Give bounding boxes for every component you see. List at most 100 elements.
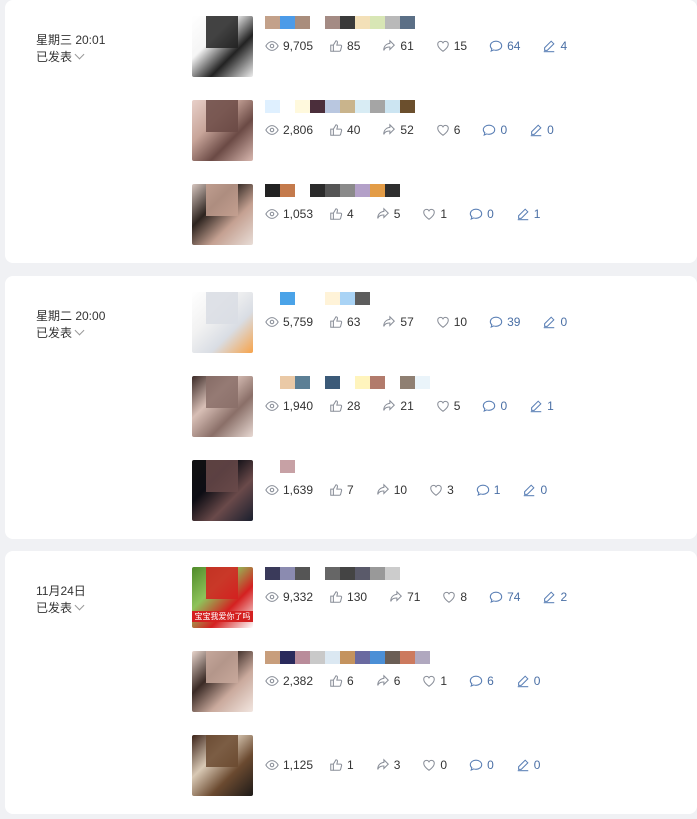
shares-count: 71 xyxy=(407,590,421,604)
edits-stat[interactable]: 2 xyxy=(542,590,567,604)
comments-stat[interactable]: 0 xyxy=(469,758,494,772)
views-stat: 1,125 xyxy=(265,758,313,772)
edits-stat[interactable]: 1 xyxy=(529,399,554,413)
post-item[interactable]: 1,940 28 21 5 0 1 xyxy=(192,376,692,438)
post-title-redacted[interactable] xyxy=(265,460,295,473)
post-thumbnail[interactable] xyxy=(192,184,253,245)
edits-stat[interactable]: 0 xyxy=(529,123,554,137)
eye-icon xyxy=(265,207,283,221)
comments-stat[interactable]: 74 xyxy=(489,590,520,604)
thumbs-up-icon xyxy=(329,315,347,329)
post-item[interactable]: 1,053 4 5 1 0 1 xyxy=(192,184,692,246)
mosaic-block xyxy=(206,16,238,48)
post-title-redacted[interactable] xyxy=(265,100,430,113)
mosaic-block xyxy=(206,735,238,767)
likes-stat: 130 xyxy=(329,590,367,604)
shares-stat: 10 xyxy=(376,483,407,497)
redacted-title-block xyxy=(370,184,385,197)
post-title-redacted[interactable] xyxy=(265,184,400,197)
post-item[interactable]: 9,705 85 61 15 64 4 xyxy=(192,16,692,78)
eye-icon xyxy=(265,590,283,604)
edits-stat[interactable]: 4 xyxy=(542,39,567,53)
views-count: 9,332 xyxy=(283,590,314,604)
likes-count: 4 xyxy=(347,207,354,221)
redacted-title-block xyxy=(295,16,310,29)
thumbs-up-icon xyxy=(329,758,347,772)
thumbs-up-icon xyxy=(329,123,347,137)
comments-stat[interactable]: 0 xyxy=(469,207,494,221)
comments-stat[interactable]: 39 xyxy=(489,315,520,329)
post-title-redacted[interactable] xyxy=(265,376,430,389)
views-count: 2,806 xyxy=(283,123,314,137)
post-item[interactable]: 5,759 63 57 10 39 0 xyxy=(192,292,692,354)
edits-count: 0 xyxy=(547,123,554,137)
redacted-title-block xyxy=(400,100,415,113)
favorites-stat: 0 xyxy=(422,758,447,772)
edits-stat[interactable]: 0 xyxy=(522,483,547,497)
post-title-redacted[interactable] xyxy=(265,16,415,29)
favorites-stat: 1 xyxy=(422,674,447,688)
post-item[interactable]: 2,806 40 52 6 0 0 xyxy=(192,100,692,162)
redacted-title-block xyxy=(385,100,400,113)
redacted-title-block xyxy=(370,16,385,29)
comment-icon xyxy=(469,207,487,221)
post-thumbnail[interactable] xyxy=(192,292,253,353)
post-item[interactable]: 1,125 1 3 0 0 0 xyxy=(192,735,692,797)
status-dropdown[interactable]: 已发表 xyxy=(36,324,85,341)
post-title-redacted[interactable] xyxy=(265,292,370,305)
shares-stat: 3 xyxy=(376,758,400,772)
edits-count: 1 xyxy=(547,399,554,413)
redacted-title-block xyxy=(280,460,295,473)
comments-stat[interactable]: 0 xyxy=(482,399,507,413)
likes-count: 85 xyxy=(347,39,361,53)
mosaic-block xyxy=(206,184,238,216)
favorites-count: 0 xyxy=(440,758,448,772)
post-title-redacted[interactable] xyxy=(265,651,430,664)
edits-stat[interactable]: 0 xyxy=(542,315,567,329)
comment-icon xyxy=(476,483,494,497)
comments-stat[interactable]: 1 xyxy=(476,483,500,497)
edits-stat[interactable]: 1 xyxy=(516,207,540,221)
comments-count: 0 xyxy=(500,123,508,137)
status-dropdown[interactable]: 已发表 xyxy=(36,48,85,65)
share-icon xyxy=(376,758,394,772)
post-thumbnail[interactable] xyxy=(192,100,253,161)
redacted-title-block xyxy=(355,100,370,113)
comments-count: 74 xyxy=(507,590,521,604)
redacted-title-block xyxy=(340,100,355,113)
status-dropdown[interactable]: 已发表 xyxy=(36,599,85,616)
views-stat: 1,639 xyxy=(265,483,313,497)
comments-stat[interactable]: 6 xyxy=(469,674,494,688)
shares-count: 21 xyxy=(400,399,414,413)
redacted-title-block xyxy=(265,100,280,113)
likes-stat: 28 xyxy=(329,399,360,413)
post-thumbnail[interactable]: 宝宝我爱你了吗 xyxy=(192,567,253,628)
edits-stat[interactable]: 0 xyxy=(516,674,540,688)
likes-stat: 85 xyxy=(329,39,360,53)
redacted-title-block xyxy=(265,735,280,748)
redacted-title-block xyxy=(325,184,340,197)
likes-count: 40 xyxy=(347,123,361,137)
post-item[interactable]: 宝宝我爱你了吗 9,332 130 71 8 74 2 xyxy=(192,567,692,629)
mosaic-block xyxy=(206,376,238,408)
likes-stat: 1 xyxy=(329,758,354,772)
edits-stat[interactable]: 0 xyxy=(516,758,540,772)
comments-count: 64 xyxy=(507,39,521,53)
redacted-title-block xyxy=(370,651,385,664)
post-thumbnail[interactable] xyxy=(192,16,253,77)
post-item[interactable]: 2,382 6 6 1 6 0 xyxy=(192,651,692,713)
heart-icon xyxy=(442,590,460,604)
post-item[interactable]: 1,639 7 10 3 1 0 xyxy=(192,460,692,522)
post-title-redacted[interactable] xyxy=(265,735,280,748)
redacted-title-block xyxy=(295,184,310,197)
post-thumbnail[interactable] xyxy=(192,651,253,712)
comments-stat[interactable]: 0 xyxy=(482,123,507,137)
post-thumbnail[interactable] xyxy=(192,735,253,796)
views-stat: 9,332 xyxy=(265,590,313,604)
post-thumbnail[interactable] xyxy=(192,376,253,437)
post-title-redacted[interactable] xyxy=(265,567,400,580)
post-thumbnail[interactable] xyxy=(192,460,253,521)
comments-stat[interactable]: 64 xyxy=(489,39,520,53)
publish-date: 星期三 20:01 xyxy=(36,33,106,47)
redacted-title-block xyxy=(280,376,295,389)
